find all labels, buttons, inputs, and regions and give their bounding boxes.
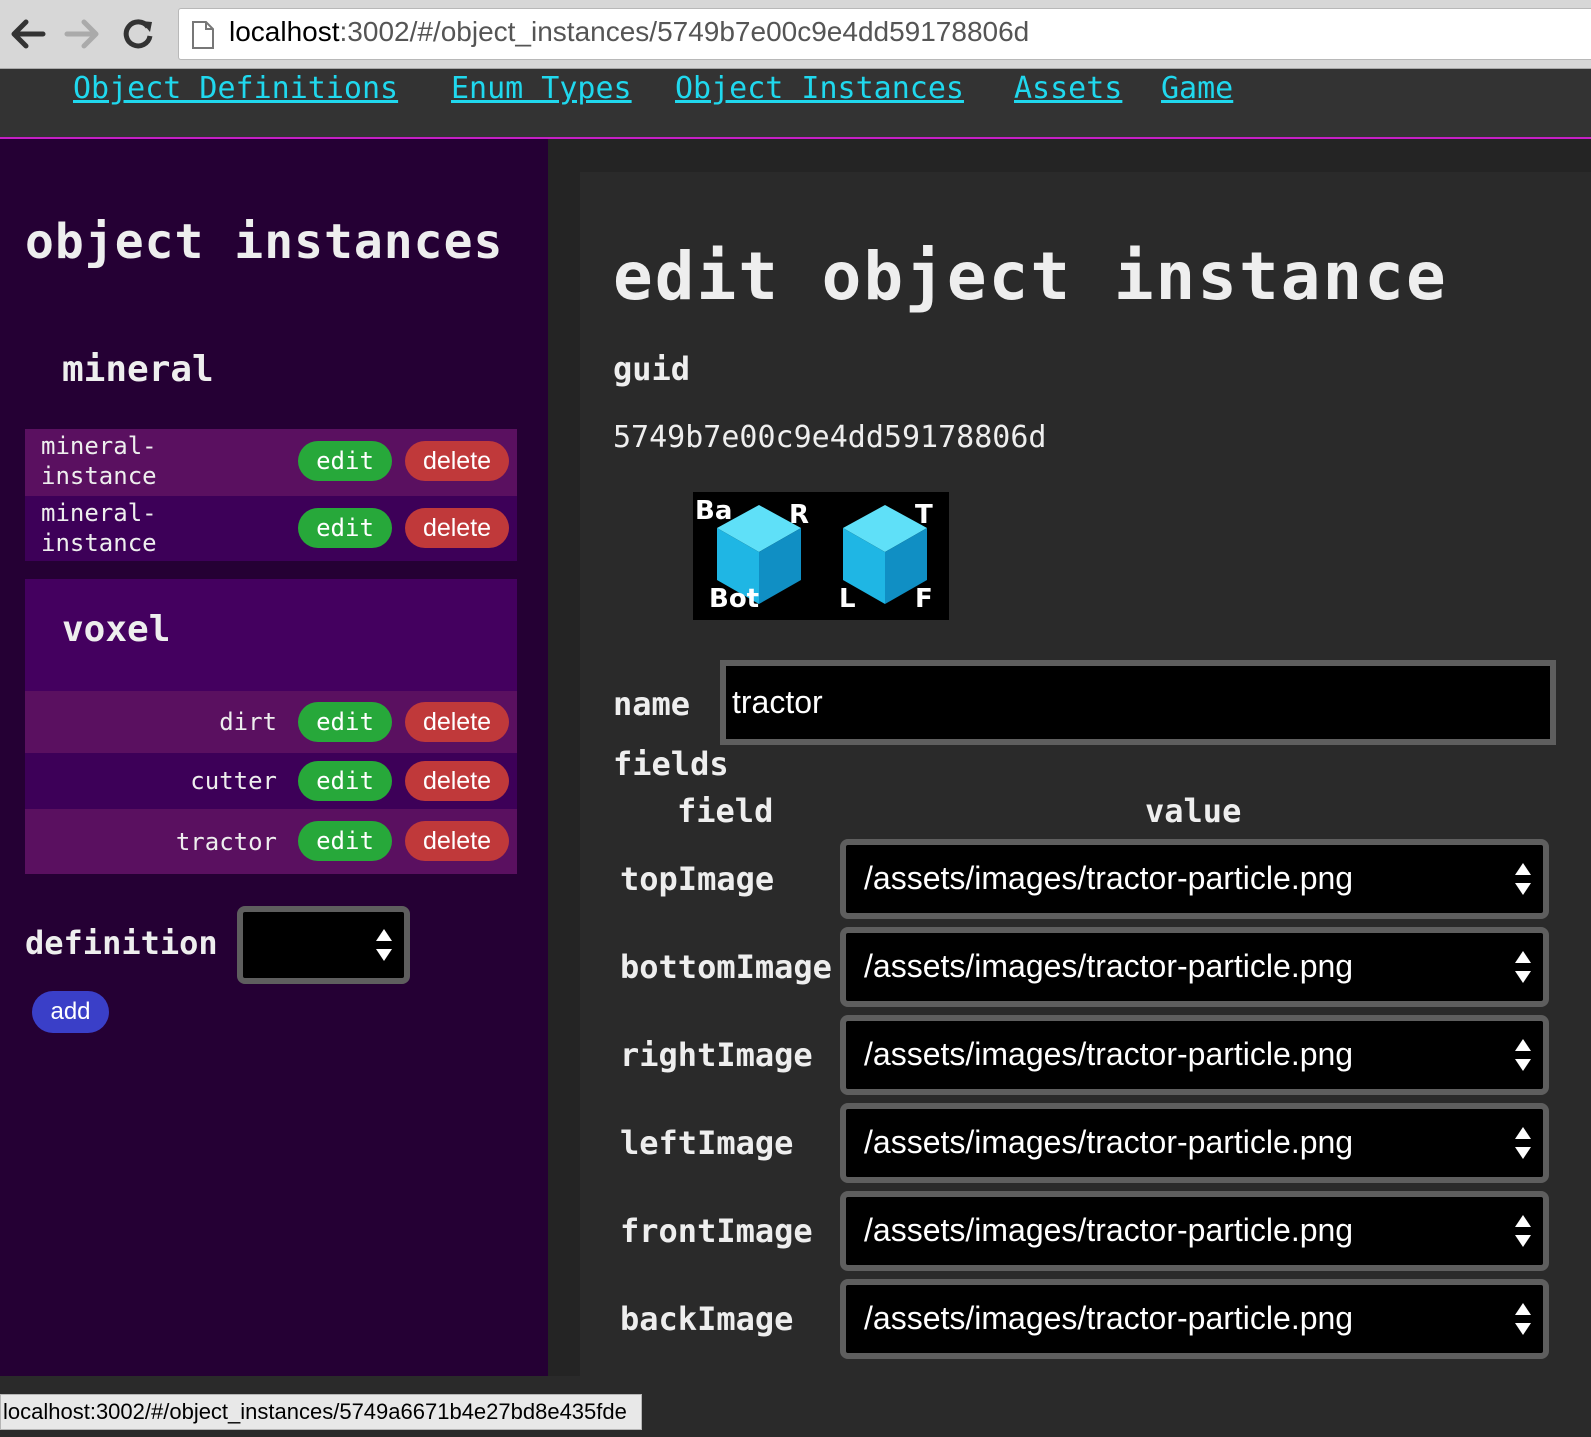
instances-sidebar: object instances mineral mineral- instan…: [0, 139, 548, 1376]
name-label: name: [613, 685, 691, 723]
reload-button[interactable]: [118, 14, 158, 54]
field-select-value: /assets/images/tractor-particle.png: [864, 1036, 1354, 1072]
add-button[interactable]: add: [32, 991, 109, 1033]
page-icon: [192, 21, 214, 49]
edit-button[interactable]: edit: [298, 761, 392, 801]
field-select-rightImage[interactable]: /assets/images/tractor-particle.png: [840, 1015, 1549, 1095]
field-label-backImage: backImage: [620, 1300, 794, 1338]
definition-label: definition: [25, 924, 218, 962]
nav-link-enum-types[interactable]: Enum Types: [451, 71, 632, 106]
field-label-rightImage: rightImage: [620, 1036, 813, 1074]
list-item: mineral- instance edit delete: [25, 496, 517, 561]
list-item: tractor edit delete: [25, 809, 517, 874]
field-select-value: /assets/images/tractor-particle.png: [864, 948, 1354, 984]
field-select-leftImage[interactable]: /assets/images/tractor-particle.png: [840, 1103, 1549, 1183]
field-select-frontImage[interactable]: /assets/images/tractor-particle.png: [840, 1191, 1549, 1271]
select-arrows-icon: [1515, 1215, 1531, 1247]
field-select-value: /assets/images/tractor-particle.png: [864, 860, 1354, 896]
field-label-topImage: topImage: [620, 860, 775, 898]
browser-toolbar: localhost:3002/#/object_instances/5749b7…: [0, 0, 1591, 69]
guid-label: guid: [613, 350, 691, 388]
back-button[interactable]: [8, 14, 48, 54]
field-select-bottomImage[interactable]: /assets/images/tractor-particle.png: [840, 927, 1549, 1007]
sidebar-title: object instances: [25, 214, 504, 270]
preview-tag-right: R: [789, 500, 810, 530]
reload-icon: [123, 19, 153, 49]
field-select-value: /assets/images/tractor-particle.png: [864, 1212, 1354, 1248]
select-arrows-icon: [1515, 1039, 1531, 1071]
column-header-field: field: [677, 792, 774, 830]
guid-value: 5749b7e00c9e4dd59178806d: [613, 420, 1047, 455]
preview-tag-back: Ba: [695, 496, 733, 526]
list-item: mineral- instance edit delete: [25, 429, 517, 496]
field-label-frontImage: frontImage: [620, 1212, 813, 1250]
instance-label: mineral- instance: [41, 432, 157, 490]
preview-tag-left: L: [839, 584, 856, 614]
nav-link-object-definitions[interactable]: Object Definitions: [73, 71, 398, 106]
select-arrows-icon: [1515, 863, 1531, 895]
url-host: localhost: [229, 16, 340, 47]
field-label-bottomImage: bottomImage: [620, 948, 832, 986]
column-header-value: value: [1145, 792, 1242, 830]
instance-label: cutter: [190, 767, 277, 795]
preview-tag-front: F: [915, 584, 933, 614]
preview-tag-top: T: [915, 500, 933, 530]
list-item: dirt edit delete: [25, 691, 517, 753]
field-select-value: /assets/images/tractor-particle.png: [864, 1300, 1354, 1336]
top-nav: Object Definitions Enum Types Object Ins…: [0, 69, 1591, 139]
preview-tag-bottom: Bot: [709, 584, 760, 614]
delete-button[interactable]: delete: [405, 702, 509, 742]
delete-button[interactable]: delete: [405, 441, 509, 481]
forward-button[interactable]: [62, 14, 102, 54]
select-arrows-icon: [376, 929, 392, 961]
cube-preview: Ba R Bot T L F: [693, 492, 949, 620]
url-text: localhost:3002/#/object_instances/5749b7…: [229, 16, 1029, 48]
field-select-backImage[interactable]: /assets/images/tractor-particle.png: [840, 1279, 1549, 1359]
delete-button[interactable]: delete: [405, 761, 509, 801]
select-arrows-icon: [1515, 1303, 1531, 1335]
edit-button[interactable]: edit: [298, 702, 392, 742]
list-item: cutter edit delete: [25, 753, 517, 809]
name-input[interactable]: [720, 660, 1556, 745]
arrow-right-icon: [64, 19, 99, 49]
instance-label: mineral- instance: [41, 499, 157, 557]
select-arrows-icon: [1515, 1127, 1531, 1159]
page-title: edit object instance: [613, 238, 1448, 315]
nav-link-assets[interactable]: Assets: [1014, 71, 1122, 106]
edit-button[interactable]: edit: [298, 821, 392, 861]
edit-button[interactable]: edit: [298, 441, 392, 481]
field-label-leftImage: leftImage: [620, 1124, 794, 1162]
group-heading-voxel: voxel: [62, 609, 171, 650]
status-bar-url: localhost:3002/#/object_instances/5749a6…: [0, 1394, 642, 1430]
address-bar[interactable]: localhost:3002/#/object_instances/5749b7…: [178, 8, 1591, 60]
nav-link-game[interactable]: Game: [1161, 71, 1233, 106]
nav-link-object-instances[interactable]: Object Instances: [675, 71, 964, 106]
field-select-value: /assets/images/tractor-particle.png: [864, 1124, 1354, 1160]
fields-label: fields: [613, 745, 729, 783]
select-arrows-icon: [1515, 951, 1531, 983]
definition-select[interactable]: [237, 906, 410, 984]
field-select-topImage[interactable]: /assets/images/tractor-particle.png: [840, 839, 1549, 919]
delete-button[interactable]: delete: [405, 508, 509, 548]
url-path: :3002/#/object_instances/5749b7e00c9e4dd…: [339, 16, 1030, 47]
arrow-left-icon: [11, 19, 46, 49]
edit-button[interactable]: edit: [298, 508, 392, 548]
instance-label: dirt: [219, 708, 277, 736]
group-heading-mineral: mineral: [62, 349, 214, 390]
delete-button[interactable]: delete: [405, 821, 509, 861]
instance-label: tractor: [175, 828, 277, 856]
